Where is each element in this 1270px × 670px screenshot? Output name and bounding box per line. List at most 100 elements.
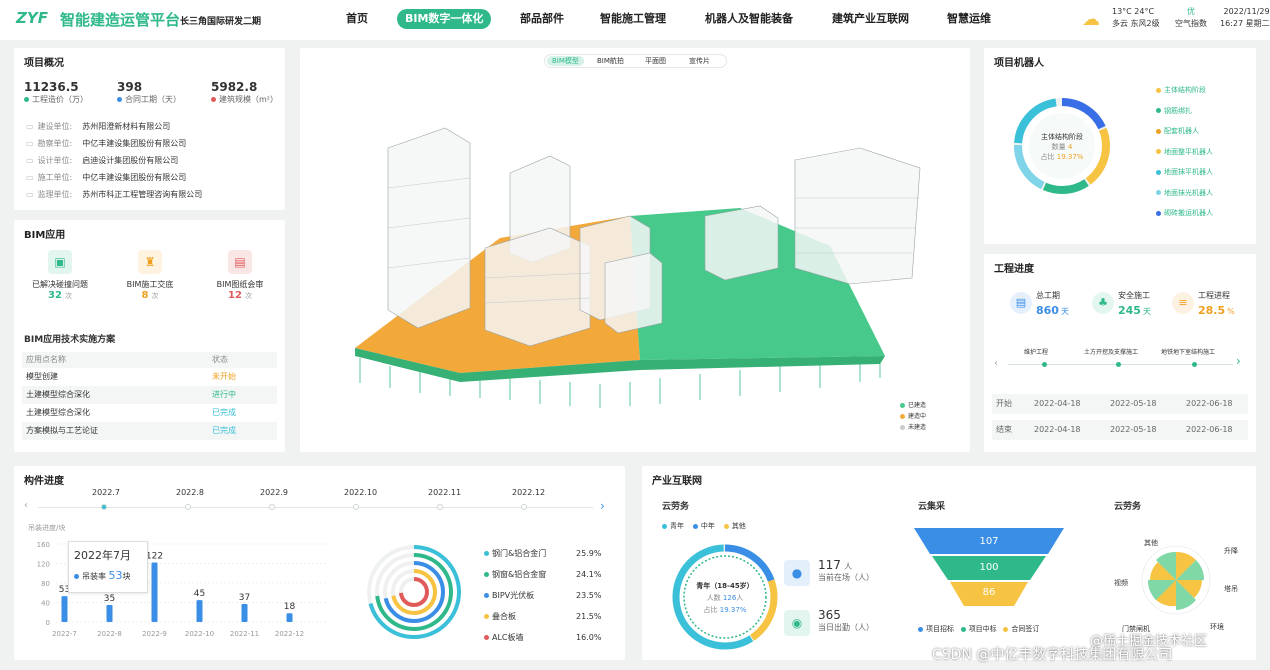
month-dot <box>437 504 443 510</box>
nav-bim[interactable]: BIM数字一体化 <box>397 9 492 29</box>
attendance-location-icon: ◉ <box>784 610 810 636</box>
robot-legend-item[interactable]: 地面整平机器人 <box>1156 142 1213 163</box>
unit-doc-icon: ▭ <box>26 173 34 182</box>
robot-legend-item[interactable]: 地面抹光机器人 <box>1156 183 1213 204</box>
bim-app-value: 12 次 <box>228 290 252 301</box>
nav-operation[interactable]: 智慧运维 <box>939 9 999 29</box>
bar <box>151 562 158 622</box>
unit-row: ▭ 施工单位: 中亿丰建设集团股份有限公司 <box>26 169 281 186</box>
robot-legend-item[interactable]: 配套机器人 <box>1156 121 1213 142</box>
legend-dot <box>1156 190 1161 195</box>
funnel-value-1: 107 <box>979 536 999 547</box>
safety-icon: ♣ <box>1092 292 1114 314</box>
x-tick-label: 2022-7 <box>52 630 77 638</box>
bim-viewer[interactable]: BIM模型 BIM航拍 平面图 宣传片 已建造 建造中 未建造 <box>300 48 970 452</box>
unit-doc-icon: ▭ <box>26 139 34 148</box>
plan-status: 已完成 <box>212 408 236 417</box>
unit-doc-icon: ▭ <box>26 122 34 131</box>
robot-legend-item[interactable]: 钢筋绑扎 <box>1156 101 1213 122</box>
rose-title: 云劳务 <box>1114 502 1142 512</box>
rose-label-env: 环境 <box>1210 623 1224 631</box>
labor-title: 云劳务 <box>662 502 690 512</box>
brand-logo: ZYF <box>16 9 48 27</box>
legend-label: 地面抹平机器人 <box>1164 168 1213 176</box>
nav-construction[interactable]: 智能施工管理 <box>592 9 674 29</box>
app-title: 智能建造运管平台 <box>60 11 181 29</box>
bim-app-item[interactable]: ▣ 已解决碰撞问题 32 次 <box>22 250 98 301</box>
unit-row: ▭ 监理单位: 苏州市科正工程管理咨询有限公司 <box>26 186 281 203</box>
card-title: 产业互联网 <box>652 476 702 487</box>
robot-legend-item[interactable]: 主体结构阶段 <box>1156 80 1213 101</box>
start-row: 开始 2022-04-18 2022-05-18 2022-06-18 <box>992 394 1248 414</box>
hoisting-bar-chart: 04080120160532022-7352022-81222022-94520… <box>37 541 326 638</box>
ring-center-info: 主体结构阶段 数量 4 占比 19.37% <box>1040 133 1084 161</box>
unit-doc-icon: ▭ <box>26 190 34 199</box>
component-legend-item[interactable]: 钢窗&铝合金窗 24.1% <box>484 564 614 585</box>
stat-scale: 5982.8 建筑规模（m²） <box>211 80 278 104</box>
legend-label: 叠合板 <box>492 612 516 621</box>
nav-home[interactable]: 首页 <box>338 9 376 29</box>
legend-label: 钢窗&铝合金窗 <box>492 570 547 579</box>
robot-legend-item[interactable]: 砌砖搬运机器人 <box>1156 203 1213 224</box>
robot-legend-item[interactable]: 地面抹平机器人 <box>1156 162 1213 183</box>
card-title: 工程进度 <box>994 264 1034 275</box>
timeline-prev-arrow[interactable]: ‹ <box>994 358 998 369</box>
bar <box>241 603 248 622</box>
nav-industry[interactable]: 建筑产业互联网 <box>824 9 917 29</box>
rose-label-lift: 升降 <box>1224 547 1238 555</box>
funnel-legend: 项目招标 项目中标 合同签订 <box>918 624 1039 634</box>
month-label[interactable]: 2022.8 <box>176 488 204 497</box>
unit-value: 苏州阳澄新材料有限公司 <box>82 122 171 131</box>
timeline-dot <box>1192 362 1197 367</box>
bim-app-item[interactable]: ▤ BIM图纸会审 12 次 <box>202 250 278 301</box>
unit-key: 勘察单位: <box>37 139 73 148</box>
rose-label-crane: 塔吊 <box>1224 585 1238 593</box>
plan-status: 已完成 <box>212 426 236 435</box>
component-legend-item[interactable]: 钢门&铝合金门 25.9% <box>484 543 614 564</box>
labor-rose-chart <box>1141 545 1211 615</box>
legend-pct: 21.5% <box>576 612 602 621</box>
component-progress-card: 构件进度 ‹ › 2022.7 2022.8 2022.9 2022.10 2022.1… <box>14 466 625 660</box>
bim-model-3d[interactable] <box>300 48 970 452</box>
component-legend-item[interactable]: BIPV光伏板 23.5% <box>484 585 614 606</box>
onsite-count: 117 人当前在场（人） <box>818 558 874 582</box>
rose-label-video: 视频 <box>1114 579 1128 587</box>
viewer-legend: 已建造 建造中 未建造 <box>900 400 926 433</box>
y-tick-label: 40 <box>41 600 50 608</box>
legend-dot <box>1156 149 1161 154</box>
unit-row: ▭ 设计单位: 启迪设计集团股份有限公司 <box>26 152 281 169</box>
month-label[interactable]: 2022.11 <box>428 488 461 497</box>
month-label[interactable]: 2022.12 <box>512 488 545 497</box>
bar-value-label: 18 <box>284 602 296 612</box>
unit-doc-icon: ▭ <box>26 156 34 165</box>
labor-legend: 青年 中年 其他 <box>662 521 746 531</box>
month-label[interactable]: 2022.7 <box>92 488 120 497</box>
component-legend: 钢门&铝合金门 25.9% 钢窗&铝合金窗 24.1% BIPV光伏板 23.5% 叠合板 2… <box>484 543 614 648</box>
legend-dot <box>484 614 489 619</box>
funnel-value-3: 86 <box>982 587 996 598</box>
unit-value: 启迪设计集团股份有限公司 <box>82 156 179 165</box>
legend-dot <box>1156 128 1161 134</box>
plan-name: 土建模型综合深化 <box>26 408 90 417</box>
nav-robots[interactable]: 机器人及智能装备 <box>697 9 801 29</box>
x-tick-label: 2022-8 <box>97 630 122 638</box>
end-row: 结束 2022-04-18 2022-05-18 2022-06-18 <box>992 420 1248 440</box>
labor-ring-info: 青年（18-45岁） 人数 126人 占比 19.37% <box>696 582 754 614</box>
timeline-step-2: 土方开挖及支撑施工 <box>1084 349 1139 356</box>
plan-name: 方案模拟与工艺论证 <box>26 426 98 435</box>
bim-app-item[interactable]: ♜ BIM施工交底 8 次 <box>112 250 188 301</box>
unit-value: 中亿丰建设集团股份有限公司 <box>82 139 187 148</box>
project-robots-card: 项目机器人 主体结构阶段 数量 4 占比 19.37% 主体结构阶段 钢筋绑扎 配套… <box>984 48 1256 244</box>
month-label[interactable]: 2022.10 <box>344 488 377 497</box>
plan-status: 进行中 <box>212 390 236 399</box>
bim-app-value: 8次 <box>141 290 159 301</box>
component-legend-item[interactable]: ALC板墙 16.0% <box>484 627 614 648</box>
month-label[interactable]: 2022.9 <box>260 488 288 497</box>
component-legend-item[interactable]: 叠合板 21.5% <box>484 606 614 627</box>
calendar-icon: ▤ <box>1010 292 1032 314</box>
nav-components[interactable]: 部品部件 <box>512 9 572 29</box>
y-tick-label: 160 <box>37 541 50 549</box>
stat-label: 工程进程 <box>1198 291 1230 300</box>
legend-dot <box>1156 108 1161 113</box>
timeline-next-arrow[interactable]: › <box>1236 354 1241 368</box>
